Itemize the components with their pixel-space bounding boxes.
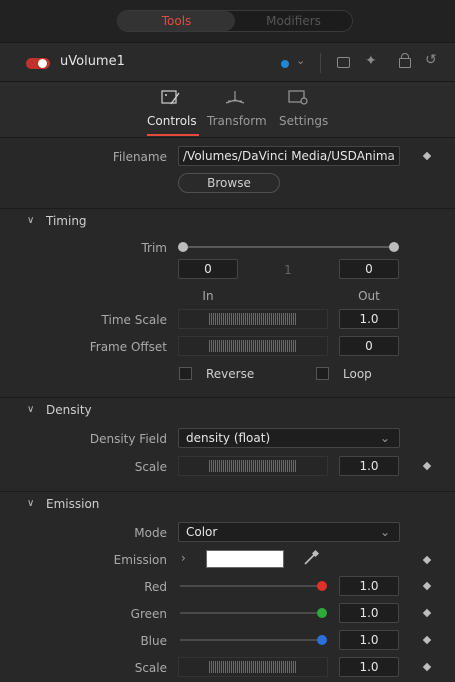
divider [320,53,321,73]
blue-label: Blue [140,634,167,648]
frame-offset-label: Frame Offset [89,340,167,354]
keyframe-diamond-icon[interactable] [422,608,432,618]
timing-section-header[interactable]: ∨ Timing [0,208,455,234]
active-tab-underline [147,134,199,136]
controls-icon[interactable] [161,90,183,106]
green-field[interactable]: 1.0 [339,603,399,623]
in-label: In [202,289,214,303]
toggle-knob [38,59,47,68]
reverse-checkbox[interactable] [179,367,192,380]
browse-button[interactable]: Browse [178,173,280,193]
frame-offset-slider[interactable] [178,336,328,356]
blue-slider-knob[interactable] [317,635,327,645]
chevron-down-icon: ⌄ [379,431,390,445]
tool-name: uVolume1 [60,54,125,69]
tab-transform[interactable]: Transform [207,114,267,128]
density-field-label: Density Field [89,432,167,446]
trim-out-field[interactable]: 0 [339,259,399,279]
emission-label: Emission [113,553,167,567]
trim-label: Trim [141,241,167,255]
trim-in-field[interactable]: 0 [178,259,238,279]
tab-controls[interactable]: Controls [147,114,197,128]
tools-modifiers-switch: Tools Modifiers [117,10,353,32]
reverse-label: Reverse [206,367,255,381]
red-slider-knob[interactable] [317,581,327,591]
time-scale-field[interactable]: 1.0 [339,309,399,329]
red-field[interactable]: 1.0 [339,576,399,596]
keyframe-diamond-icon[interactable] [422,662,432,672]
trim-out-handle[interactable] [389,242,399,252]
green-slider-knob[interactable] [317,608,327,618]
chevron-down-icon: ∨ [27,215,35,226]
keyframe-diamond-icon[interactable] [422,555,432,565]
loop-checkbox[interactable] [316,367,329,380]
blue-field[interactable]: 1.0 [339,630,399,650]
density-scale-field[interactable]: 1.0 [339,456,399,476]
section-tabs: Controls Transform Settings [0,82,455,138]
tool-header: uVolume1 ⌄ ✦ ↺ [0,42,455,82]
section-title: Density [46,403,92,417]
chevron-down-icon[interactable]: ⌄ [296,54,305,67]
trim-in-handle[interactable] [178,242,188,252]
emission-scale-label: Scale [134,661,167,675]
reset-icon[interactable]: ↺ [425,52,437,68]
keyframe-diamond-icon[interactable] [422,581,432,591]
density-scale-label: Scale [134,460,167,474]
emission-scale-slider[interactable] [178,657,328,677]
red-slider-track[interactable] [180,585,322,587]
mode-value: Color [186,525,218,539]
top-bar: Tools Modifiers [0,0,455,42]
keyframe-diamond-icon[interactable] [422,461,432,471]
settings-icon[interactable] [288,90,310,106]
keyframe-diamond-icon[interactable] [422,151,432,161]
blue-slider-track[interactable] [180,639,322,641]
out-label: Out [358,289,380,303]
green-label: Green [130,607,167,621]
filename-label: Filename [112,150,167,164]
emission-color-swatch[interactable] [206,550,284,568]
emission-section-header[interactable]: ∨ Emission [0,491,455,517]
emission-scale-field[interactable]: 1.0 [339,657,399,677]
pin-icon[interactable]: ✦ [365,53,377,69]
section-title: Timing [46,214,87,228]
mode-dropdown[interactable]: Color ⌄ [178,522,400,542]
eyedropper-icon[interactable] [302,549,320,570]
filename-field[interactable]: /Volumes/DaVinci Media/USDAnima [178,146,400,166]
loop-label: Loop [343,367,372,381]
lock-icon[interactable] [399,53,411,68]
time-scale-slider[interactable] [178,309,328,329]
tab-settings[interactable]: Settings [279,114,328,128]
tab-tools[interactable]: Tools [118,11,235,31]
section-title: Emission [46,497,100,511]
color-dot-icon[interactable] [281,60,289,68]
mode-label: Mode [134,526,167,540]
trim-range-track[interactable] [183,246,395,248]
green-slider-track[interactable] [180,612,322,614]
transform-icon[interactable] [224,90,246,106]
density-field-value: density (float) [186,431,271,445]
version-icon[interactable] [337,57,350,68]
density-scale-slider[interactable] [178,456,328,476]
tab-modifiers[interactable]: Modifiers [235,11,352,31]
chevron-down-icon: ∨ [27,404,35,415]
red-label: Red [144,580,167,594]
chevron-down-icon: ∨ [27,498,35,509]
chevron-down-icon: ⌄ [379,525,390,539]
time-scale-label: Time Scale [101,313,167,327]
frame-offset-field[interactable]: 0 [339,336,399,356]
density-field-dropdown[interactable]: density (float) ⌄ [178,428,400,448]
chevron-right-icon[interactable]: › [181,551,186,565]
trim-current: 1 [284,263,292,277]
density-section-header[interactable]: ∨ Density [0,397,455,423]
keyframe-diamond-icon[interactable] [422,635,432,645]
